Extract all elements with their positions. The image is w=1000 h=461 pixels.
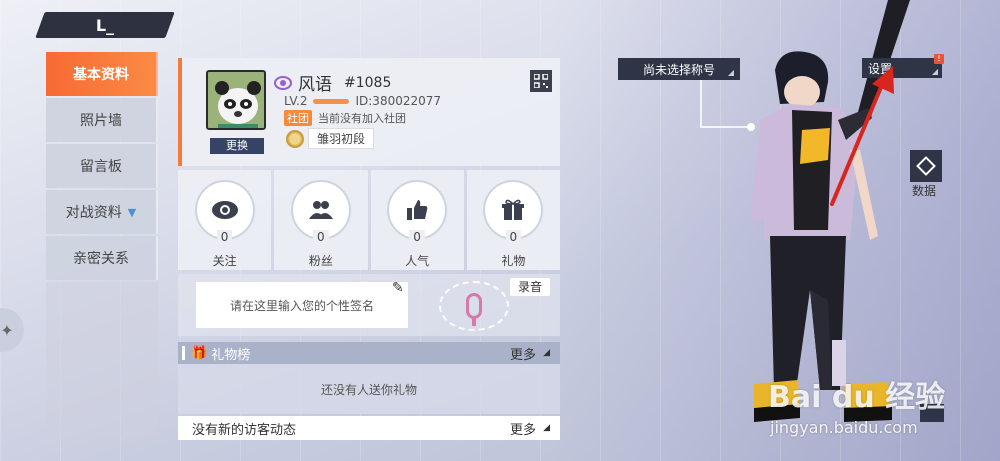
stat-value: 0: [409, 230, 425, 244]
voice-record-button[interactable]: [434, 280, 514, 332]
nav-label: 照片墙: [80, 113, 122, 129]
stat-follow[interactable]: 0 关注: [178, 170, 272, 270]
nav-label: 对战资料: [65, 205, 122, 221]
club-row: 社团 当前没有加入社团: [284, 110, 406, 126]
stat-circle: 0: [389, 182, 446, 244]
stat-label: 礼物: [501, 254, 526, 268]
fans-icon: [308, 201, 333, 219]
nav-item-photo-wall[interactable]: 照片墙: [46, 98, 158, 142]
rank-badge-icon: [286, 129, 304, 148]
stat-circle: 0: [196, 182, 253, 244]
stat-popularity[interactable]: 0 人气: [370, 170, 464, 270]
player-id: ID:380022077: [355, 94, 442, 108]
signature-input[interactable]: 请在这里输入您的个性签名: [196, 282, 408, 328]
player-name: 风语: [298, 75, 332, 95]
signature-area: 请在这里输入您的个性签名 ✎ 录音: [178, 274, 560, 336]
name-row: 风语 #1085: [274, 70, 391, 95]
stat-circle: 0: [485, 182, 542, 244]
visitor-row: 没有新的访客动态 更多 ◢: [178, 416, 560, 440]
gift-board-title: 礼物榜: [211, 347, 251, 363]
nav-item-battle-info[interactable]: 对战资料 ▼: [46, 190, 158, 234]
side-pull-tab[interactable]: ✦: [0, 308, 24, 352]
corner-triangle-icon: ◢: [931, 67, 938, 76]
vision-badge-icon: [274, 75, 292, 90]
left-nav: 基本资料 照片墙 留言板 对战资料 ▼ 亲密关系: [46, 52, 158, 282]
stat-label: 粉丝: [308, 254, 333, 268]
nav-item-intimate-relations[interactable]: 亲密关系: [46, 236, 158, 280]
gift-icon: [502, 199, 525, 220]
pen-icon[interactable]: ✎: [392, 280, 404, 296]
stat-circle: 0: [292, 182, 349, 244]
back-button[interactable]: L_: [35, 12, 175, 38]
watermark-logo: Bai du 经验: [768, 380, 946, 415]
stat-value: 0: [505, 230, 522, 244]
gift-board-more[interactable]: 更多: [510, 344, 536, 363]
settings-button[interactable]: 设置 ◢ !: [862, 54, 944, 78]
record-button[interactable]: 录音: [509, 278, 550, 296]
stat-label: 关注: [212, 254, 237, 268]
gift-board-header: 🎁 礼物榜 更多 ◢: [178, 342, 560, 364]
data-button[interactable]: [910, 150, 942, 182]
stat-value: 0: [313, 230, 329, 244]
level-progress-bar: [313, 98, 350, 104]
corner-triangle-icon: ◢: [543, 423, 550, 433]
profile-card: 更换 风语 #1085 LV.2 ID:380022077 社团 当前没有加入社…: [178, 58, 560, 166]
visitor-text: 没有新的访客动态: [192, 422, 297, 438]
thumbs-up-icon: [407, 200, 428, 220]
player-level: LV.2: [284, 94, 308, 108]
star-icon: ✦: [0, 320, 14, 340]
data-label: 数据: [912, 184, 937, 198]
rank-label: 雏羽初段: [308, 128, 375, 149]
qr-code-icon: [534, 74, 548, 88]
back-arrow-icon: L_: [95, 15, 115, 35]
corner-triangle-icon: ◢: [543, 348, 550, 358]
profile-panel: 更换 风语 #1085 LV.2 ID:380022077 社团 当前没有加入社…: [178, 58, 560, 440]
club-tag: 社团: [284, 110, 312, 126]
player-tag: #1085: [344, 74, 392, 91]
connector-line: [700, 80, 702, 126]
settings-label: 设置: [868, 61, 893, 76]
chevron-down-icon: ▼: [127, 205, 137, 219]
gift-small-icon: 🎁: [191, 345, 208, 361]
nav-item-message-board[interactable]: 留言板: [46, 144, 158, 188]
panda-avatar-icon: [208, 72, 264, 128]
eye-icon: [211, 201, 238, 219]
rank-row: 雏羽初段: [286, 128, 375, 149]
nav-label: 留言板: [80, 159, 122, 175]
club-status: 当前没有加入社团: [318, 112, 406, 125]
avatar[interactable]: [206, 70, 266, 130]
diamond-icon: [916, 156, 936, 176]
visitor-more[interactable]: 更多: [510, 419, 536, 438]
stat-gifts[interactable]: 0 礼物: [466, 170, 560, 270]
change-avatar-button[interactable]: 更换: [210, 138, 264, 154]
nav-empty-area: [46, 282, 158, 438]
header-bar: [182, 346, 185, 360]
stat-label: 人气: [405, 254, 430, 268]
gift-board-empty: 还没有人送你礼物: [178, 364, 560, 414]
qr-code-button[interactable]: [530, 70, 552, 92]
nav-label: 亲密关系: [73, 251, 129, 267]
nav-label: 基本资料: [73, 67, 129, 83]
title-select-label: 尚未选择称号: [642, 62, 715, 77]
microphone-icon: [466, 293, 482, 326]
watermark-url: jingyan.baidu.com: [770, 418, 918, 437]
stat-value: 0: [216, 230, 233, 244]
level-row: LV.2 ID:380022077: [284, 94, 441, 108]
stats-row: 0 关注 0 粉丝 0 人气 0 礼物: [178, 170, 560, 270]
alert-badge: !: [934, 54, 944, 64]
nav-item-basic-info[interactable]: 基本资料: [46, 52, 158, 96]
stat-fans[interactable]: 0 粉丝: [274, 170, 368, 270]
